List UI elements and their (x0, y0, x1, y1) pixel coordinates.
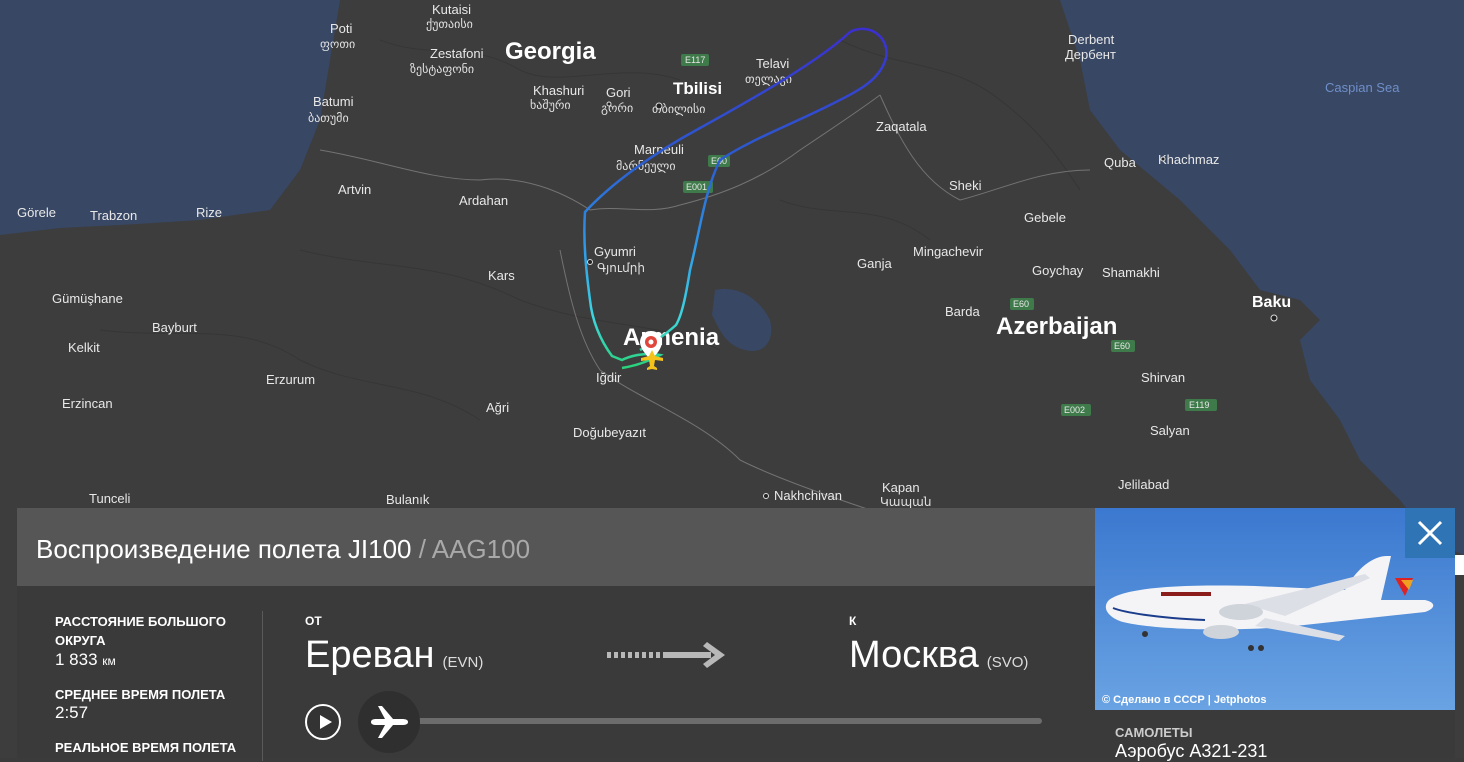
city-label: Khashuri (533, 83, 584, 98)
city-label: Gyumri (594, 244, 636, 259)
aircraft-photo[interactable]: © Сделано в СССР | Jetphotos (1095, 508, 1455, 710)
city-label: Gümüşhane (52, 291, 123, 306)
city-label: Sheki (949, 178, 982, 193)
city-label-capital: Tbilisi (673, 79, 722, 98)
city-label: Shirvan (1141, 370, 1185, 385)
aircraft-illustration (1105, 556, 1434, 651)
city-label: Doğubeyazıt (573, 425, 646, 440)
distance-label: Расстояние большого округа (55, 614, 227, 648)
aircraft-label: Самолеты (1115, 725, 1193, 740)
city-label: Kapan (882, 480, 920, 495)
from-label: ОТ (305, 614, 322, 628)
destination-code: (SVO) (986, 654, 1029, 671)
city-label: Mingachevir (913, 244, 984, 259)
city-label: Rize (196, 205, 222, 220)
edge-strip (1455, 555, 1464, 575)
city-label: Derbent (1068, 32, 1115, 47)
city-label: Salyan (1150, 423, 1190, 438)
to-label: К (849, 614, 857, 628)
city-label: Barda (945, 304, 980, 319)
city-label: Zestafoni (430, 46, 484, 61)
aircraft-value: Аэробус A321-231 (1115, 741, 1268, 761)
city-label: Iğdir (596, 370, 622, 385)
callsign: AAG100 (431, 534, 531, 564)
city-label-alt: ქუთაისი (426, 17, 473, 31)
city-label: Shamakhi (1102, 265, 1160, 280)
city-label: Khachmaz (1158, 152, 1219, 167)
playback-slider[interactable] (387, 718, 1042, 724)
city-label: Ağri (486, 400, 509, 415)
city-label: Quba (1104, 155, 1137, 170)
road-label: E60 (1013, 299, 1029, 309)
city-label: Bayburt (152, 320, 197, 335)
city-label: Zaqatala (876, 119, 927, 134)
city-label: Goychay (1032, 263, 1084, 278)
city-label: Görele (17, 205, 56, 220)
city-label: Trabzon (90, 208, 137, 223)
city-label: Erzurum (266, 372, 315, 387)
distance-unit: км (102, 654, 116, 668)
country-label-georgia: Georgia (505, 38, 596, 65)
city-label-alt: ზესტაფონი (410, 62, 474, 76)
road-label: E002 (1064, 405, 1085, 415)
road-label: E001 (686, 182, 707, 192)
city-label-alt: ფოთი (320, 37, 355, 51)
city-label: Tunceli (89, 491, 131, 506)
city-label: Artvin (338, 182, 371, 197)
origin-code: (EVN) (442, 654, 484, 671)
city-label-alt: Կապան (880, 495, 931, 509)
city-label: Kelkit (68, 340, 100, 355)
photo-credit: © Сделано в СССР | Jetphotos (1102, 694, 1267, 706)
origin-city-name: Ереван (305, 634, 435, 676)
play-button[interactable] (305, 704, 341, 740)
route-arrow-icon (607, 642, 725, 668)
city-label-alt: Գյումրի (597, 261, 645, 275)
city-label: Telavi (756, 56, 789, 71)
city-label-alt: ბათუმი (308, 111, 349, 125)
country-label-azerbaijan: Azerbaijan (996, 313, 1117, 340)
city-label: Batumi (313, 94, 354, 109)
avg-time-value: 2:57 (55, 703, 89, 722)
city-label: Poti (330, 21, 353, 36)
city-label-alt: გორი (601, 101, 633, 115)
city-label: Ardahan (459, 193, 508, 208)
road-label: E60 (1114, 341, 1130, 351)
playback-slider-handle[interactable] (358, 691, 420, 753)
destination-city-name: Москва (849, 634, 979, 676)
aircraft-panel: © Сделано в СССР | Jetphotos Самолеты Аэ… (1095, 508, 1455, 761)
close-icon (1417, 520, 1443, 546)
plane-icon (371, 706, 408, 738)
flight-number: JI100 (347, 534, 412, 564)
city-label: Ganja (857, 256, 892, 271)
city-label: Jelilabad (1118, 477, 1169, 492)
city-label: Gori (606, 85, 631, 100)
title-separator: / (411, 534, 432, 564)
avg-time-label: Среднее время полета (55, 687, 226, 702)
city-label: Gebele (1024, 210, 1066, 225)
road-label: E117 (685, 55, 705, 65)
panel-title: Воспроизведение полета JI100 / AAG100 (36, 534, 530, 565)
city-label-alt: Дербент (1065, 47, 1116, 62)
city-label: Kutaisi (432, 2, 471, 17)
road-label: E119 (1189, 400, 1209, 410)
actual-time-label: Реальное время полета (55, 740, 237, 755)
title-prefix: Воспроизведение полета (36, 534, 348, 564)
city-label: Nakhchivan (774, 488, 842, 503)
city-label: Bulanık (386, 492, 430, 507)
city-label: Marneuli (634, 142, 684, 157)
origin-city: Ереван (EVN) (305, 634, 483, 677)
destination-city: Москва (SVO) (849, 634, 1028, 677)
distance-value: 1 833 км (55, 650, 116, 670)
flight-playback-panel: Воспроизведение полета JI100 / AAG100 Ра… (17, 508, 1095, 761)
city-label-alt: ხაშური (530, 98, 571, 112)
city-label-capital: Baku (1252, 294, 1291, 311)
city-label: Kars (488, 268, 515, 283)
panel-body: Расстояние большого округа 1 833 км Сред… (17, 586, 1095, 761)
sea-label: Caspian Sea (1325, 80, 1400, 95)
city-label: Erzincan (62, 396, 113, 411)
divider (262, 611, 263, 761)
distance-number: 1 833 (55, 650, 98, 669)
close-button[interactable] (1405, 508, 1455, 558)
panel-header: Воспроизведение полета JI100 / AAG100 (17, 508, 1095, 586)
